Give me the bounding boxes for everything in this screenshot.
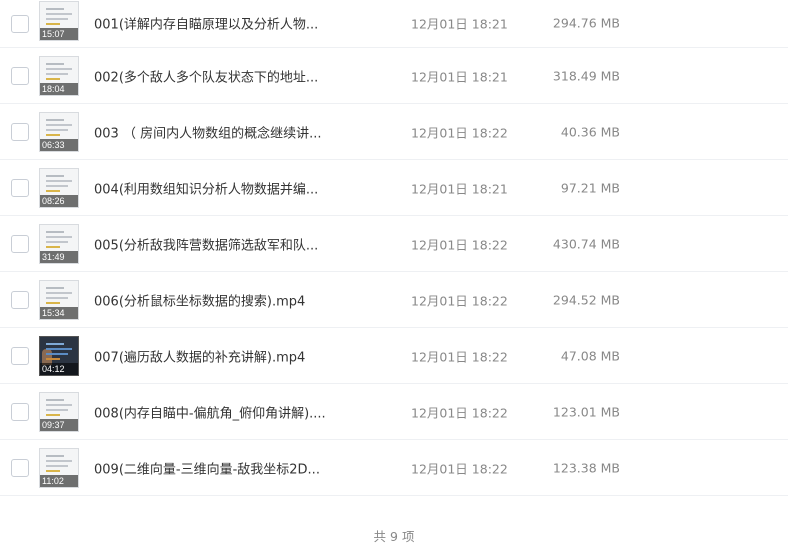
file-list: 15:07 001(详解内存自瞄原理以及分析人物... 12月01日 18:21… xyxy=(0,0,788,496)
file-name[interactable]: 006(分析鼠标坐标数据的搜索).mp4 xyxy=(94,290,394,309)
file-row[interactable]: 15:07 001(详解内存自瞄原理以及分析人物... 12月01日 18:21… xyxy=(0,0,788,48)
file-date: 12月01日 18:21 xyxy=(411,69,508,84)
file-size: 318.49 MB xyxy=(552,68,620,83)
file-size: 294.76 MB xyxy=(552,15,620,31)
file-name[interactable]: 007(遍历敌人数据的补充讲解).mp4 xyxy=(94,346,394,365)
video-duration: 09:37 xyxy=(40,418,78,431)
row-checkbox[interactable] xyxy=(11,346,29,365)
file-date: 12月01日 18:22 xyxy=(411,405,508,420)
video-thumbnail[interactable]: 09:37 xyxy=(39,391,79,432)
video-thumbnail[interactable]: 06:33 xyxy=(39,111,79,152)
file-row[interactable]: 09:37 008(内存自瞄中-偏航角_俯仰角讲解).... 12月01日 18… xyxy=(0,384,788,440)
row-checkbox[interactable] xyxy=(11,290,29,309)
file-size: 123.01 MB xyxy=(552,404,620,419)
row-checkbox[interactable] xyxy=(11,458,29,477)
video-duration: 31:49 xyxy=(40,250,78,263)
file-date: 12月01日 18:22 xyxy=(411,237,508,252)
video-duration: 11:02 xyxy=(40,474,78,487)
item-count: 共 9 项 xyxy=(373,529,415,544)
video-thumbnail[interactable]: 04:12 xyxy=(39,335,79,376)
row-checkbox[interactable] xyxy=(11,66,29,85)
file-date: 12月01日 18:21 xyxy=(411,181,508,196)
file-row[interactable]: 31:49 005(分析敌我阵营数据筛选敌军和队... 12月01日 18:22… xyxy=(0,216,788,272)
file-row[interactable]: 06:33 003 （ 房间内人物数组的概念继续讲... 12月01日 18:2… xyxy=(0,104,788,160)
file-date: 12月01日 18:22 xyxy=(411,293,508,308)
video-thumbnail[interactable]: 08:26 xyxy=(39,167,79,208)
file-date: 12月01日 18:22 xyxy=(411,125,508,140)
video-thumbnail[interactable]: 15:07 xyxy=(39,1,79,41)
row-checkbox[interactable] xyxy=(11,178,29,197)
file-size: 47.08 MB xyxy=(560,348,620,363)
file-name[interactable]: 009(二维向量-三维向量-敌我坐标2D... xyxy=(94,458,394,477)
file-date: 12月01日 18:22 xyxy=(411,461,508,476)
video-thumbnail[interactable]: 31:49 xyxy=(39,223,79,264)
file-name[interactable]: 004(利用数组知识分析人物数据并编... xyxy=(94,178,394,197)
file-name[interactable]: 008(内存自瞄中-偏航角_俯仰角讲解).... xyxy=(94,402,394,421)
row-checkbox[interactable] xyxy=(11,234,29,253)
file-row[interactable]: 15:34 006(分析鼠标坐标数据的搜索).mp4 12月01日 18:22 … xyxy=(0,272,788,328)
file-name[interactable]: 002(多个敌人多个队友状态下的地址... xyxy=(94,66,394,85)
file-row[interactable]: 04:12 007(遍历敌人数据的补充讲解).mp4 12月01日 18:22 … xyxy=(0,328,788,384)
file-size: 294.52 MB xyxy=(552,292,620,307)
file-name[interactable]: 003 （ 房间内人物数组的概念继续讲... xyxy=(94,122,394,141)
file-name[interactable]: 001(详解内存自瞄原理以及分析人物... xyxy=(94,14,394,33)
video-duration: 18:04 xyxy=(40,82,78,95)
video-duration: 08:26 xyxy=(40,194,78,207)
file-date: 12月01日 18:22 xyxy=(411,349,508,364)
video-duration: 06:33 xyxy=(40,138,78,151)
file-size: 40.36 MB xyxy=(560,124,620,139)
video-thumbnail[interactable]: 18:04 xyxy=(39,55,79,96)
row-checkbox[interactable] xyxy=(11,122,29,141)
video-duration: 15:34 xyxy=(40,306,78,319)
file-row[interactable]: 08:26 004(利用数组知识分析人物数据并编... 12月01日 18:21… xyxy=(0,160,788,216)
row-checkbox[interactable] xyxy=(11,402,29,421)
video-thumbnail[interactable]: 11:02 xyxy=(39,447,79,488)
video-duration: 04:12 xyxy=(40,362,78,375)
video-duration: 15:07 xyxy=(40,28,78,40)
file-size: 97.21 MB xyxy=(560,180,620,195)
file-name[interactable]: 005(分析敌我阵营数据筛选敌军和队... xyxy=(94,234,394,253)
file-size: 123.38 MB xyxy=(552,460,620,475)
file-row[interactable]: 18:04 002(多个敌人多个队友状态下的地址... 12月01日 18:21… xyxy=(0,48,788,104)
file-size: 430.74 MB xyxy=(552,236,620,251)
file-date: 12月01日 18:21 xyxy=(411,16,508,32)
row-checkbox[interactable] xyxy=(11,14,29,33)
video-thumbnail[interactable]: 15:34 xyxy=(39,279,79,320)
file-row[interactable]: 11:02 009(二维向量-三维向量-敌我坐标2D... 12月01日 18:… xyxy=(0,440,788,496)
